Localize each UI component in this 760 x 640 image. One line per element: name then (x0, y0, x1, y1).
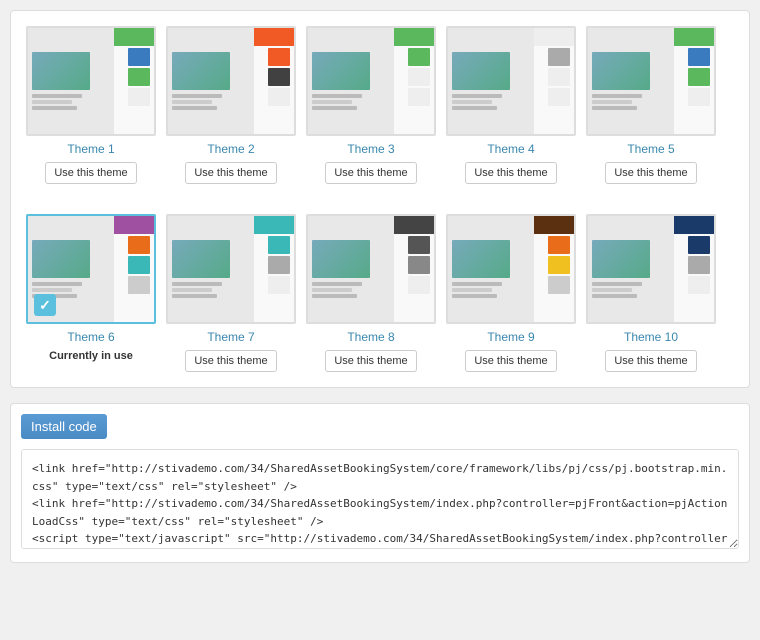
theme-use-button-9[interactable]: Use this theme (465, 350, 556, 372)
theme-name-8: Theme 8 (347, 330, 394, 344)
themes-panel: Theme 1 Use this theme Theme 2 Use this the… (10, 10, 750, 388)
theme-use-button-2[interactable]: Use this theme (185, 162, 276, 184)
theme-item-7: Theme 7 Use this theme (166, 214, 296, 372)
theme-use-button-10[interactable]: Use this theme (605, 350, 696, 372)
theme-use-button-1[interactable]: Use this theme (45, 162, 136, 184)
install-code-textarea[interactable] (21, 449, 739, 549)
theme-preview-8 (306, 214, 436, 324)
themes-grid: Theme 1 Use this theme Theme 2 Use this the… (26, 26, 734, 372)
theme-use-button-7[interactable]: Use this theme (185, 350, 276, 372)
install-code-section: Install code (10, 403, 750, 563)
theme-use-button-8[interactable]: Use this theme (325, 350, 416, 372)
theme-preview-9 (446, 214, 576, 324)
theme-name-6: Theme 6 (67, 330, 114, 344)
theme-preview-2 (166, 26, 296, 136)
theme-item-5: Theme 5 Use this theme (586, 26, 716, 184)
row-separator (26, 194, 734, 204)
theme-name-10: Theme 10 (624, 330, 678, 344)
theme-item-2: Theme 2 Use this theme (166, 26, 296, 184)
theme-current-label-6: Currently in use (49, 350, 133, 362)
install-code-title: Install code (21, 414, 107, 439)
theme-use-button-4[interactable]: Use this theme (465, 162, 556, 184)
theme-preview-4 (446, 26, 576, 136)
theme-use-button-5[interactable]: Use this theme (605, 162, 696, 184)
theme-preview-5 (586, 26, 716, 136)
theme-preview-7 (166, 214, 296, 324)
theme-item-10: Theme 10 Use this theme (586, 214, 716, 372)
theme-preview-3 (306, 26, 436, 136)
theme-preview-1 (26, 26, 156, 136)
theme-name-3: Theme 3 (347, 142, 394, 156)
theme-name-9: Theme 9 (487, 330, 534, 344)
theme-use-button-3[interactable]: Use this theme (325, 162, 416, 184)
theme-item-4: Theme 4 Use this theme (446, 26, 576, 184)
theme-preview-10 (586, 214, 716, 324)
theme-name-7: Theme 7 (207, 330, 254, 344)
theme-preview-6: ✓ (26, 214, 156, 324)
theme-name-5: Theme 5 (627, 142, 674, 156)
theme-item-1: Theme 1 Use this theme (26, 26, 156, 184)
theme-item-8: Theme 8 Use this theme (306, 214, 436, 372)
theme-name-1: Theme 1 (67, 142, 114, 156)
theme-item-6: ✓ Theme 6 Currently in use (26, 214, 156, 372)
theme-name-2: Theme 2 (207, 142, 254, 156)
theme-name-4: Theme 4 (487, 142, 534, 156)
theme-active-check-6: ✓ (34, 294, 56, 316)
theme-item-9: Theme 9 Use this theme (446, 214, 576, 372)
theme-item-3: Theme 3 Use this theme (306, 26, 436, 184)
